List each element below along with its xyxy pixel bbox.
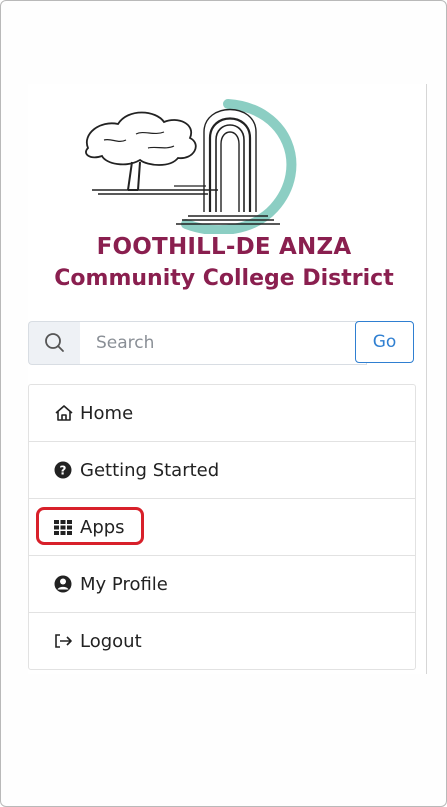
apps-highlight-box (36, 507, 144, 545)
search-icon (45, 333, 64, 352)
search-bar: Go (28, 321, 416, 365)
nav-item-my-profile[interactable]: My Profile (29, 556, 415, 613)
nav-item-label: My Profile (80, 573, 168, 595)
nav-item-label: Getting Started (80, 459, 220, 481)
search-input[interactable] (80, 321, 367, 365)
org-name-line2: Community College District (54, 266, 394, 291)
district-logo (85, 99, 297, 234)
home-icon (53, 403, 75, 423)
question-circle-icon: ? (53, 460, 75, 480)
user-circle-icon (53, 574, 75, 594)
logout-icon (53, 631, 75, 651)
nav-item-label: Logout (80, 630, 142, 652)
go-button[interactable]: Go (355, 321, 414, 363)
nav-item-label: Home (80, 402, 134, 424)
org-name-line1: FOOTHILL-DE ANZA (96, 234, 352, 260)
nav-item-getting-started[interactable]: ? Getting Started (29, 442, 415, 499)
nav-menu: Home ? Getting Started Apps My Profile L… (28, 384, 416, 670)
svg-text:?: ? (60, 464, 67, 478)
nav-item-logout[interactable]: Logout (29, 613, 415, 669)
nav-item-apps[interactable]: Apps (29, 499, 415, 556)
nav-item-home[interactable]: Home (29, 385, 415, 442)
search-icon-box[interactable] (28, 321, 81, 365)
